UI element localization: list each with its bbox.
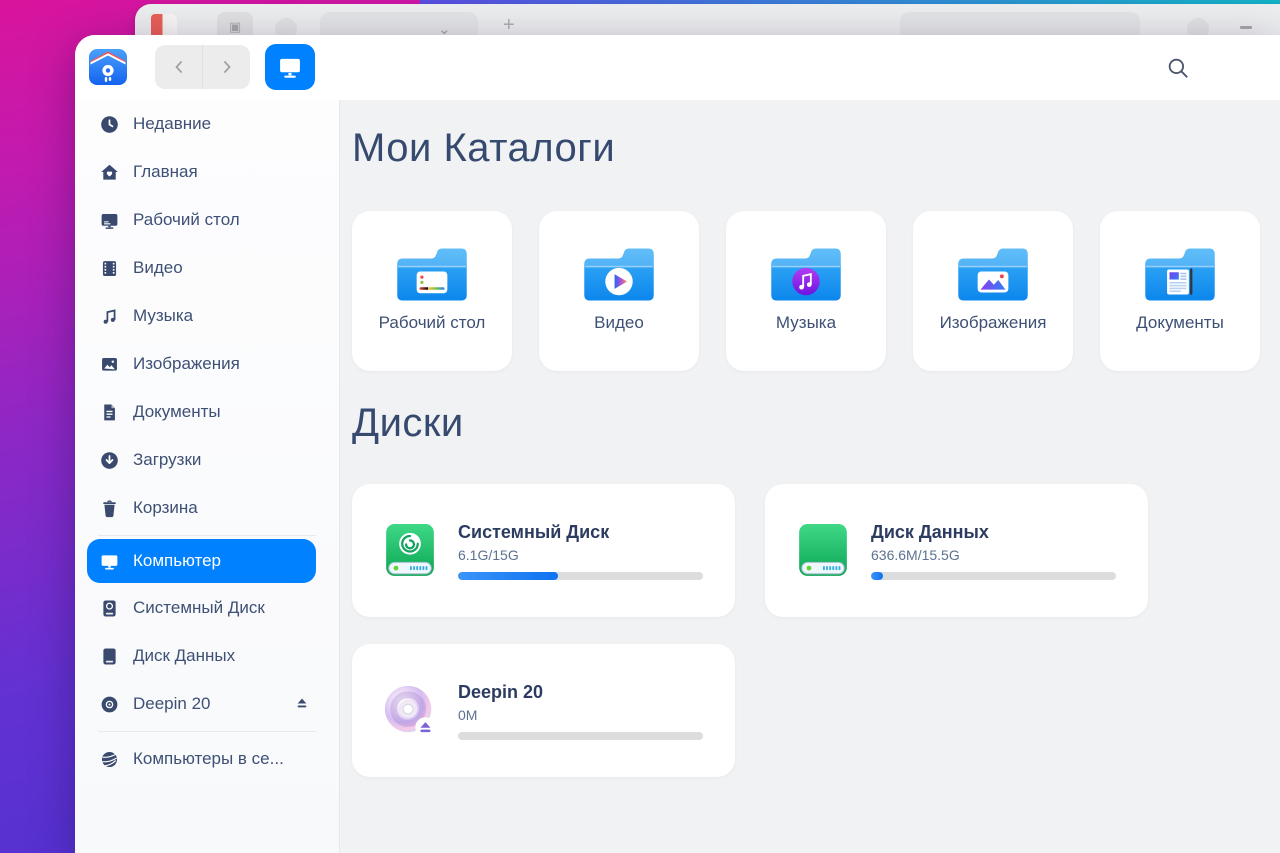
file-manager-window: Недавние Главная Рабочий стол Видео Музыка Из… (75, 35, 1280, 853)
disks-section-title: Диски (352, 401, 1260, 446)
search-button[interactable] (1163, 53, 1193, 83)
sidebar-item-recent[interactable]: Недавние (75, 100, 339, 148)
folder-music-icon (767, 244, 845, 307)
cd-icon (99, 694, 120, 715)
sidebar: Недавние Главная Рабочий стол Видео Музыка Из… (75, 100, 340, 853)
plus-icon: + (503, 14, 515, 37)
disk-info: Системный Диск 6.1G/15G (458, 522, 703, 580)
disk-usage-bar (871, 572, 1116, 580)
sidebar-item-pictures[interactable]: Изображения (75, 340, 339, 388)
sidebar-item-label: Видео (133, 258, 183, 278)
disk-usage: 636.6M/15.5G (871, 547, 1116, 563)
sidebar-item-computer[interactable]: Компьютер (87, 539, 316, 583)
sidebar-item-documents[interactable]: Документы (75, 388, 339, 436)
sidebar-item-label: Изображения (133, 354, 240, 374)
sidebar-item-label: Документы (133, 402, 221, 422)
sidebar-item-label: Диск Данных (133, 646, 235, 666)
globe-icon (99, 749, 120, 770)
disk-system-icon (382, 523, 438, 579)
sidebar-item-downloads[interactable]: Загрузки (75, 436, 339, 484)
folders-grid: Рабочий стол Видео Музыка Изображения Докуме… (352, 211, 1260, 371)
sidebar-item-label: Загрузки (133, 450, 201, 470)
sidebar-item-label: Недавние (133, 114, 211, 134)
disk-usage-fill (458, 572, 558, 580)
sidebar-item-trash[interactable]: Корзина (75, 484, 339, 532)
trash-icon (99, 498, 120, 519)
disk-usage-fill (871, 572, 883, 580)
home-icon (99, 162, 120, 183)
folder-pictures-icon (954, 244, 1032, 307)
folder-card-label: Документы (1136, 313, 1224, 333)
sidebar-list: Недавние Главная Рабочий стол Видео Музыка Из… (75, 100, 339, 783)
datadisk-icon (99, 646, 120, 667)
disk-name: Системный Диск (458, 522, 703, 543)
folder-card-videos[interactable]: Видео (539, 211, 699, 371)
disk-usage-bar (458, 572, 703, 580)
disk-name: Deepin 20 (458, 682, 703, 703)
disk-usage-bar (458, 732, 703, 740)
disk-usage: 0M (458, 707, 703, 723)
disk-optical-icon (382, 683, 438, 739)
sidebar-item-label: Компьютер (133, 551, 221, 571)
main-content: Мои Каталоги Рабочий стол Видео Музыка Изоб… (340, 100, 1280, 853)
disk-card-data-disk[interactable]: Диск Данных 636.6M/15.5G (765, 484, 1148, 617)
folder-card-documents[interactable]: Документы (1100, 211, 1260, 371)
clock-icon (99, 114, 120, 135)
folder-card-music[interactable]: Музыка (726, 211, 886, 371)
document-icon (99, 402, 120, 423)
folder-documents-icon (1141, 244, 1219, 307)
disk-card-system-disk[interactable]: Системный Диск 6.1G/15G (352, 484, 735, 617)
folder-card-label: Изображения (940, 313, 1047, 333)
sidebar-item-network[interactable]: Компьютеры в се... (75, 735, 339, 783)
sidebar-item-label: Корзина (133, 498, 198, 518)
back-button[interactable] (155, 45, 202, 89)
disk-name: Диск Данных (871, 522, 1116, 543)
eject-icon[interactable] (293, 695, 311, 713)
disk-info: Диск Данных 636.6M/15.5G (871, 522, 1116, 580)
sidebar-item-label: Deepin 20 (133, 694, 211, 714)
sidebar-separator (98, 535, 316, 536)
sidebar-item-data-disk[interactable]: Диск Данных (75, 632, 339, 680)
disk-card-deepin-20[interactable]: Deepin 20 0M (352, 644, 735, 777)
computer-view-button[interactable] (265, 44, 315, 90)
download-icon (99, 450, 120, 471)
disk-info: Deepin 20 0M (458, 682, 703, 740)
folder-card-label: Видео (594, 313, 644, 333)
navigation-pill (155, 45, 250, 89)
sidebar-item-system-disk[interactable]: Системный Диск (75, 584, 339, 632)
folder-card-label: Музыка (776, 313, 836, 333)
note-icon (99, 306, 120, 327)
disks-grid: Системный Диск 6.1G/15G Диск Данных 636.6M/… (352, 484, 1260, 777)
folder-card-label: Рабочий стол (379, 313, 486, 333)
folder-card-desktop[interactable]: Рабочий стол (352, 211, 512, 371)
sidebar-item-label: Музыка (133, 306, 193, 326)
forward-button[interactable] (202, 45, 250, 89)
sidebar-item-label: Главная (133, 162, 198, 182)
sidebar-item-label: Рабочий стол (133, 210, 240, 230)
sidebar-item-label: Компьютеры в се... (133, 749, 284, 769)
sidebar-item-label: Системный Диск (133, 598, 265, 618)
monitor-icon (99, 551, 120, 572)
disk-data-icon (795, 523, 851, 579)
titlebar (75, 35, 1280, 100)
sidebar-item-home[interactable]: Главная (75, 148, 339, 196)
sysdisk-icon (99, 598, 120, 619)
sidebar-item-desktop[interactable]: Рабочий стол (75, 196, 339, 244)
sidebar-item-deepin-20[interactable]: Deepin 20 (75, 680, 339, 728)
folder-card-pictures[interactable]: Изображения (913, 211, 1073, 371)
file-manager-app-icon (88, 47, 128, 87)
sidebar-item-music[interactable]: Музыка (75, 292, 339, 340)
minimize-icon (1240, 26, 1252, 29)
picture-icon (99, 354, 120, 375)
folders-section-title: Мои Каталоги (352, 126, 1260, 171)
folder-desktop-icon (393, 244, 471, 307)
sidebar-item-videos[interactable]: Видео (75, 244, 339, 292)
desktop-icon (99, 210, 120, 231)
sidebar-separator (98, 731, 316, 732)
folder-videos-icon (580, 244, 658, 307)
disk-usage: 6.1G/15G (458, 547, 703, 563)
film-icon (99, 258, 120, 279)
